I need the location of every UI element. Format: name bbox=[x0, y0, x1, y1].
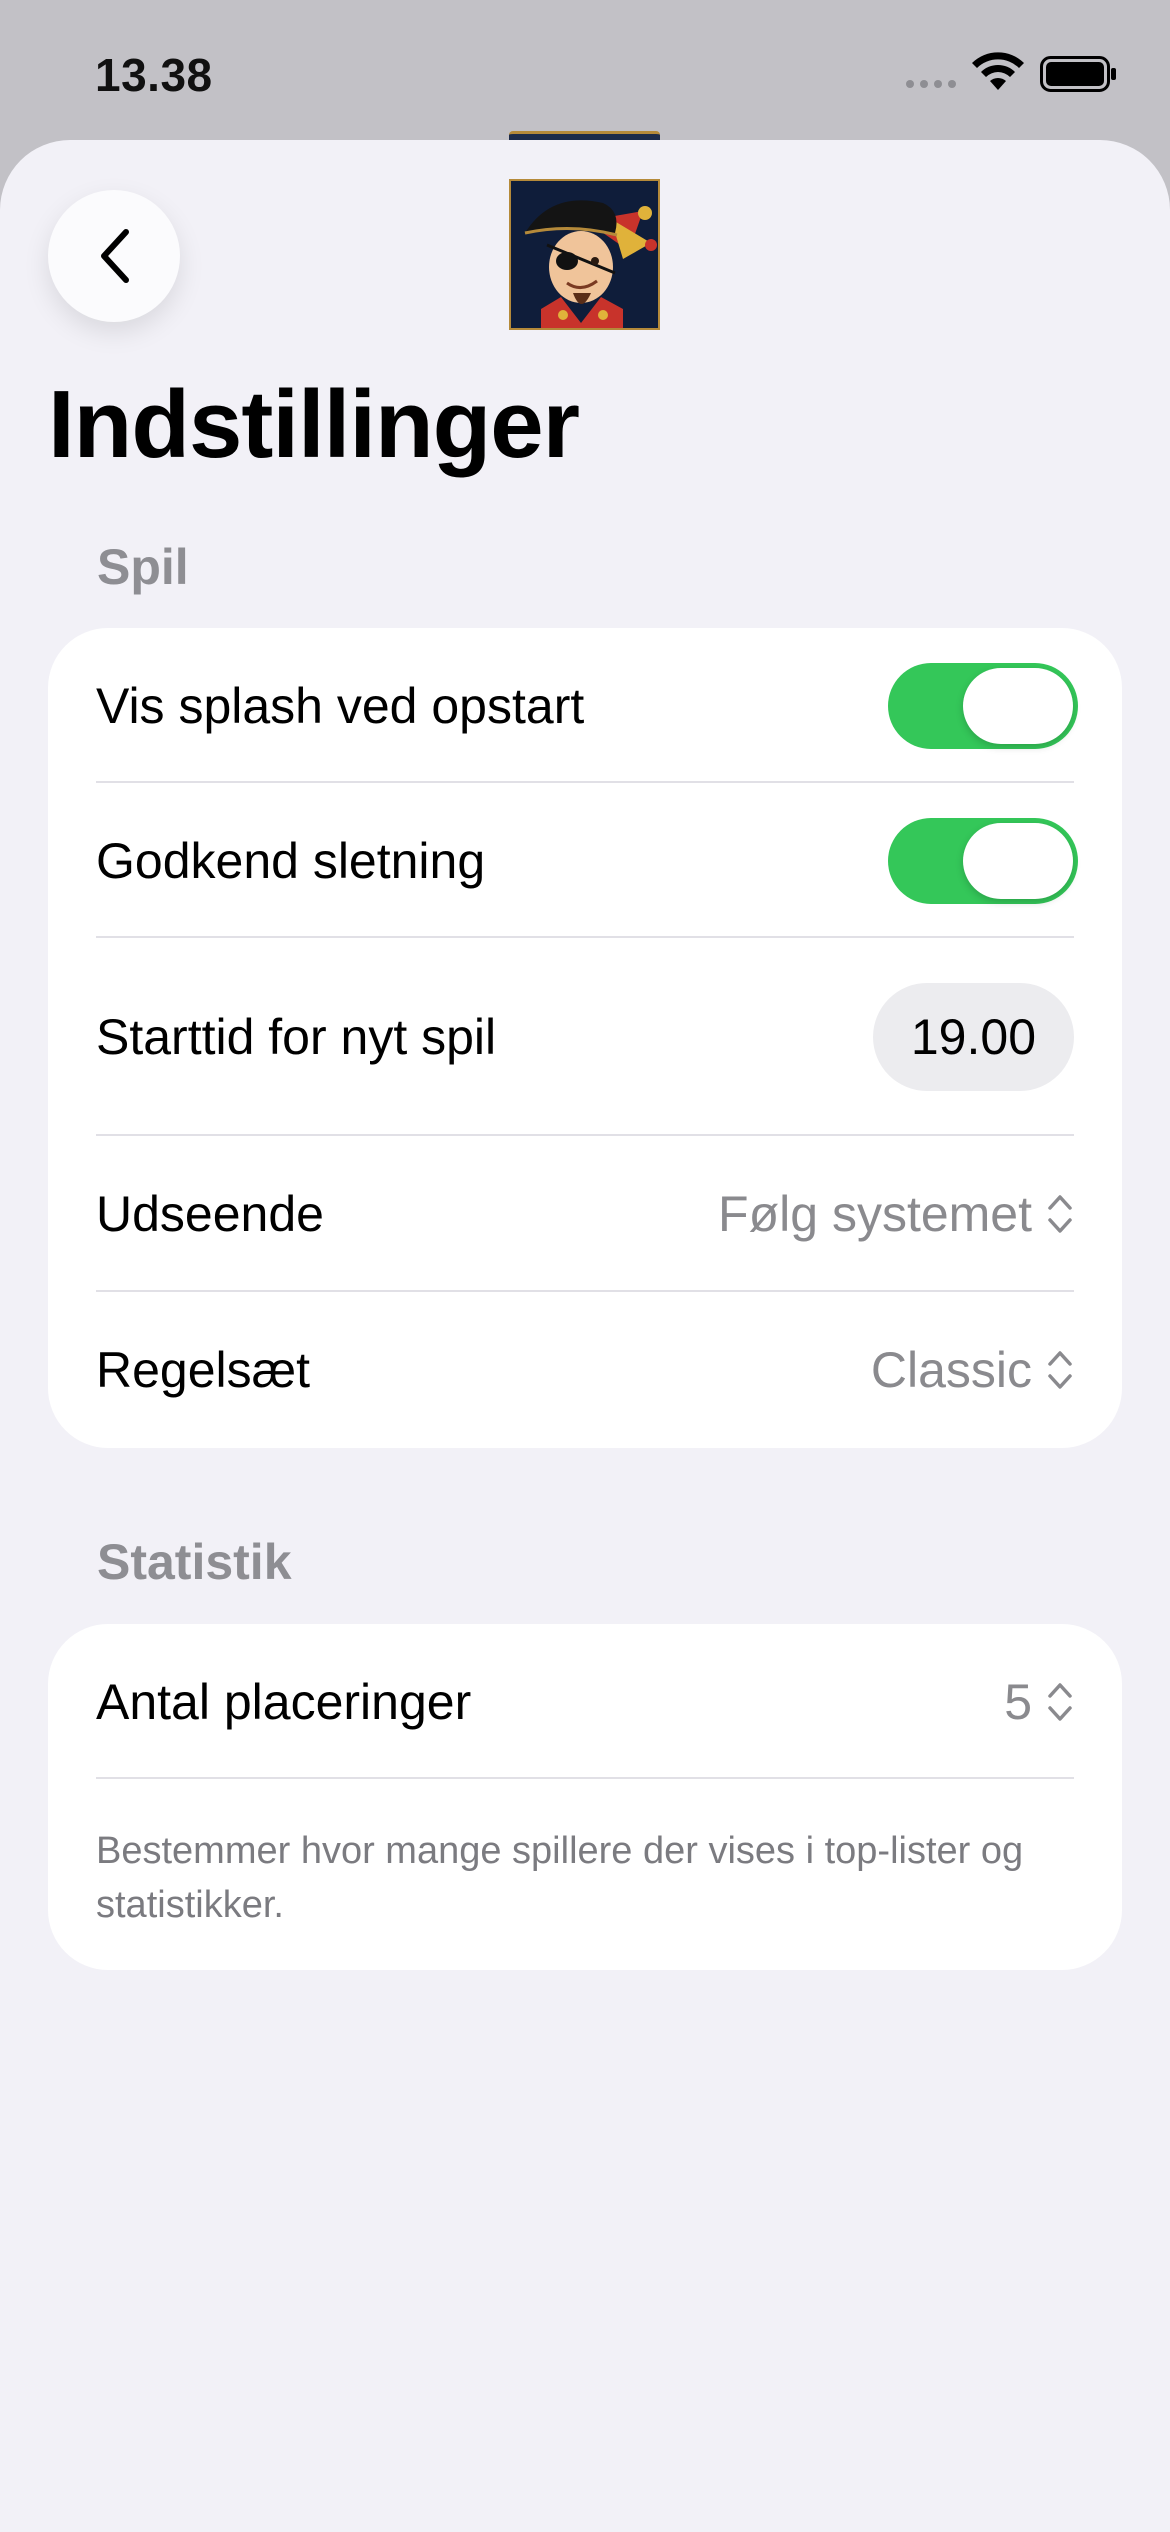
ruleset-label: Regelsæt bbox=[96, 1342, 310, 1398]
ruleset-value: Classic bbox=[870, 1342, 1032, 1398]
ruleset-picker[interactable]: Classic bbox=[871, 1341, 1074, 1399]
wifi-icon bbox=[972, 52, 1024, 90]
settings-card-statistik: Antal placeringer 5 Bestemmer hvor mange… bbox=[48, 1624, 1122, 1970]
chevron-up-down-icon bbox=[1048, 1195, 1072, 1233]
section-header-spil: Spil bbox=[97, 539, 189, 595]
app-logo bbox=[509, 179, 660, 330]
setting-row-show-splash: Vis splash ved opstart bbox=[48, 628, 1122, 784]
battery-icon bbox=[1040, 56, 1116, 92]
page-title: Indstillinger bbox=[48, 371, 580, 478]
setting-row-placements: Antal placeringer 5 bbox=[48, 1624, 1122, 1780]
chevron-up-down-icon bbox=[1048, 1683, 1072, 1721]
appearance-label: Udseende bbox=[96, 1186, 324, 1242]
show-splash-label: Vis splash ved opstart bbox=[96, 678, 585, 734]
show-splash-toggle[interactable] bbox=[888, 663, 1078, 749]
status-time: 13.38 bbox=[95, 49, 213, 101]
appearance-picker[interactable]: Følg systemet bbox=[718, 1185, 1074, 1243]
placements-value: 5 bbox=[1004, 1674, 1032, 1730]
setting-row-start-time: Starttid for nyt spil 19.00 bbox=[48, 938, 1122, 1136]
start-time-picker[interactable]: 19.00 bbox=[872, 983, 1074, 1091]
status-bar: 13.38 bbox=[0, 0, 1170, 140]
section-header-statistik: Statistik bbox=[97, 1534, 292, 1590]
placements-label: Antal placeringer bbox=[96, 1674, 472, 1730]
setting-row-ruleset: Regelsæt Classic bbox=[48, 1292, 1122, 1448]
settings-card-spil: Vis splash ved opstart Godkend sletning … bbox=[48, 628, 1122, 1448]
confirm-delete-toggle[interactable] bbox=[888, 818, 1078, 904]
placements-picker[interactable]: 5 bbox=[1004, 1673, 1074, 1731]
start-time-label: Starttid for nyt spil bbox=[96, 1009, 497, 1065]
confirm-delete-label: Godkend sletning bbox=[96, 833, 486, 889]
appearance-value: Følg systemet bbox=[718, 1186, 1032, 1242]
chevron-up-down-icon bbox=[1048, 1351, 1072, 1389]
setting-row-confirm-delete: Godkend sletning bbox=[48, 783, 1122, 939]
placements-footnote: Bestemmer hvor mange spillere der vises … bbox=[96, 1830, 1024, 1926]
cellular-signal-icon bbox=[906, 80, 956, 88]
back-button[interactable] bbox=[48, 190, 180, 322]
setting-row-appearance: Udseende Følg systemet bbox=[48, 1136, 1122, 1292]
chevron-left-icon bbox=[101, 229, 129, 283]
